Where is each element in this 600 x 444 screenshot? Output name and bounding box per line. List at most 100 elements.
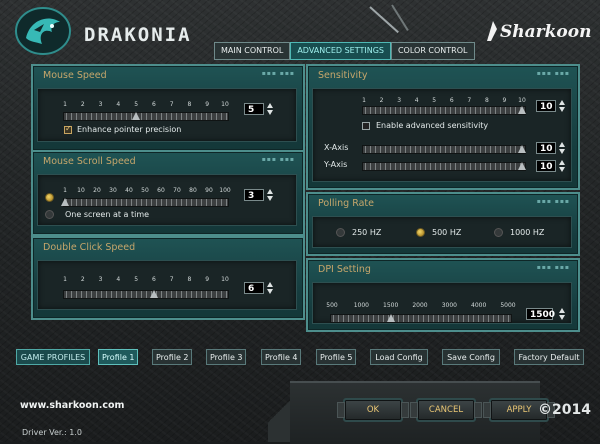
tab-color-control[interactable]: COLOR CONTROL: [390, 42, 475, 60]
tick-label: 80: [189, 187, 197, 194]
mouse-speed-track[interactable]: [63, 112, 229, 121]
tick-label: 1: [63, 187, 67, 194]
sensitivity-value[interactable]: 10: [536, 100, 556, 112]
tick-label: 5000: [500, 302, 516, 309]
profile-3-button[interactable]: Profile 3: [206, 349, 246, 365]
y-axis-value[interactable]: 10: [536, 160, 556, 172]
tick-label: 1000: [353, 302, 369, 309]
double-click-value[interactable]: 6: [244, 282, 264, 294]
polling-250-radio[interactable]: [336, 228, 345, 237]
x-axis-thumb[interactable]: [518, 145, 526, 153]
tick-label: 10: [77, 187, 85, 194]
enhance-precision-checkbox[interactable]: [64, 124, 72, 134]
tab-main-control[interactable]: MAIN CONTROL: [214, 42, 291, 60]
ok-button[interactable]: OK: [337, 398, 409, 422]
dpi-track[interactable]: [330, 314, 512, 323]
tick-label: 4000: [471, 302, 487, 309]
panel-dots: ▪▪▪ ▪▪▪: [261, 70, 295, 77]
x-axis-track[interactable]: [362, 145, 526, 154]
mouse-speed-ticks: 1 2 3 4 5 6 7 8 9 10: [63, 101, 229, 109]
load-config-button[interactable]: Load Config: [370, 349, 428, 365]
profiles-bar: GAME PROFILES Profile 1 Profile 2 Profil…: [16, 349, 584, 367]
driver-version: Driver Ver.: 1.0: [22, 428, 82, 437]
tick-label: 9: [502, 97, 507, 104]
scroll-speed-spinner[interactable]: [267, 189, 273, 201]
sensitivity-panel: Sensitivity ▪▪▪ ▪▪▪ 1 2 3 4 5 6 7 8 9 10 10 Enabl…: [306, 64, 580, 190]
profile-5-button[interactable]: Profile 5: [316, 349, 356, 365]
profile-4-button[interactable]: Profile 4: [261, 349, 301, 365]
tick-label: 1: [63, 276, 67, 283]
profile-1-button[interactable]: Profile 1: [98, 349, 138, 365]
spin-down-icon[interactable]: [267, 196, 273, 201]
tick-label: 5: [134, 276, 139, 283]
spin-down-icon[interactable]: [267, 289, 273, 294]
y-axis-spinner[interactable]: [559, 160, 565, 172]
x-axis-spinner[interactable]: [559, 142, 565, 154]
spin-up-icon[interactable]: [267, 189, 273, 194]
tick-label: 9: [205, 276, 210, 283]
mouse-speed-thumb[interactable]: [132, 112, 141, 120]
sharkoon-fin-icon: [487, 21, 497, 41]
tick-label: 2: [80, 101, 85, 108]
polling-1000-radio[interactable]: [494, 228, 503, 237]
sensitivity-title: Sensitivity: [318, 70, 368, 81]
spin-up-icon[interactable]: [559, 100, 565, 105]
tick-label: 20: [93, 187, 101, 194]
advanced-sensitivity-checkbox[interactable]: [362, 122, 370, 130]
polling-500-radio[interactable]: [416, 228, 425, 237]
dpi-value[interactable]: 1500: [526, 308, 555, 320]
spin-down-icon[interactable]: [559, 315, 565, 320]
spin-down-icon[interactable]: [559, 167, 565, 172]
tab-advanced-settings[interactable]: ADVANCED SETTINGS: [290, 42, 391, 60]
scroll-speed-track[interactable]: [63, 198, 229, 207]
mouse-speed-value[interactable]: 5: [244, 103, 264, 115]
scroll-lines-radio[interactable]: [45, 193, 54, 202]
profile-2-button[interactable]: Profile 2: [152, 349, 192, 365]
dpi-spinner[interactable]: [559, 308, 565, 320]
spin-up-icon[interactable]: [559, 142, 565, 147]
main-tabs: MAIN CONTROL ADVANCED SETTINGS COLOR CON…: [214, 42, 475, 60]
tick-label: 6: [449, 97, 454, 104]
advanced-sensitivity-label: Enable advanced sensitivity: [376, 121, 489, 130]
sensitivity-track[interactable]: [362, 106, 526, 115]
scroll-speed-thumb[interactable]: [61, 198, 69, 206]
panel-dots: ▪▪▪ ▪▪▪: [261, 156, 295, 163]
dpi-thumb[interactable]: [386, 314, 395, 322]
one-screen-radio[interactable]: [45, 210, 54, 219]
spin-up-icon[interactable]: [559, 308, 565, 313]
tick-label: 3: [98, 101, 103, 108]
double-click-track[interactable]: [63, 290, 229, 299]
factory-default-button[interactable]: Factory Default: [514, 349, 584, 365]
x-axis-value[interactable]: 10: [536, 142, 556, 154]
website-link[interactable]: www.sharkoon.com: [20, 400, 124, 411]
mouse-speed-spinner[interactable]: [267, 103, 273, 115]
y-axis-track[interactable]: [362, 162, 526, 171]
cancel-button[interactable]: CANCEL: [410, 398, 482, 422]
double-click-title: Double Click Speed: [43, 242, 136, 253]
tick-label: 10: [221, 276, 229, 283]
spin-down-icon[interactable]: [559, 149, 565, 154]
double-click-thumb[interactable]: [149, 290, 158, 298]
spin-up-icon[interactable]: [267, 103, 273, 108]
spin-up-icon[interactable]: [559, 160, 565, 165]
tick-label: 8: [484, 97, 489, 104]
tick-label: 8: [187, 101, 192, 108]
tick-label: 10: [221, 101, 229, 108]
game-profiles-label: GAME PROFILES: [16, 349, 90, 365]
tick-label: 6: [151, 101, 156, 108]
tick-label: 4: [414, 97, 419, 104]
tick-label: 100: [219, 187, 231, 194]
save-config-button[interactable]: Save Config: [442, 349, 500, 365]
y-axis-thumb[interactable]: [518, 162, 526, 170]
tick-label: 1: [63, 101, 67, 108]
polling-500-label: 500 HZ: [432, 228, 462, 237]
sensitivity-thumb[interactable]: [518, 106, 526, 114]
spin-down-icon[interactable]: [559, 107, 565, 112]
tick-label: 2: [379, 97, 384, 104]
spin-up-icon[interactable]: [267, 282, 273, 287]
spin-down-icon[interactable]: [267, 110, 273, 115]
sensitivity-spinner[interactable]: [559, 100, 565, 112]
scroll-speed-value[interactable]: 3: [244, 189, 264, 201]
double-click-spinner[interactable]: [267, 282, 273, 294]
enhance-precision-label: Enhance pointer precision: [77, 125, 182, 134]
